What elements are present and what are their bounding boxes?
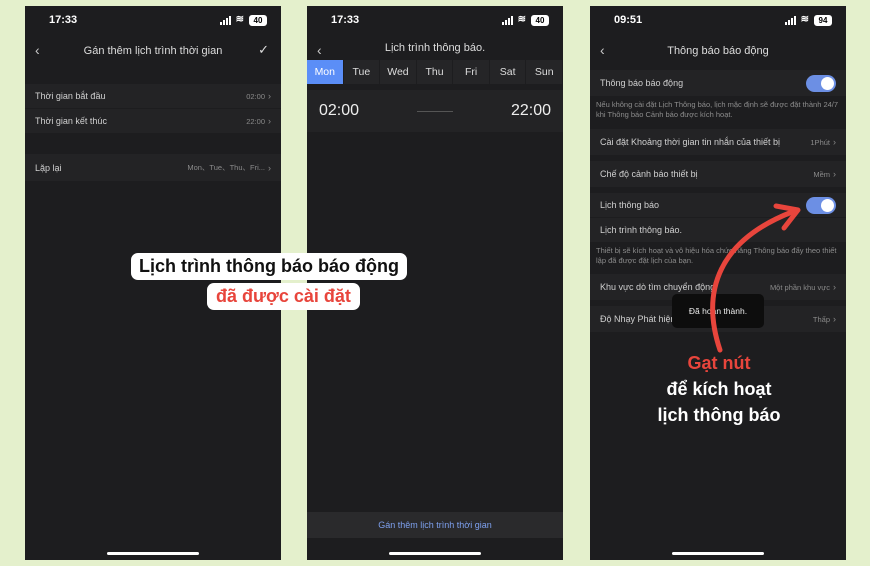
status-bar: 09:51 ≋ 94 bbox=[590, 6, 846, 34]
wifi-icon: ≋ bbox=[517, 14, 526, 25]
repeat-row[interactable]: Lặp lại Mon、Tue、Thu、Fri... › bbox=[25, 154, 281, 181]
day-tab-sun[interactable]: Sun bbox=[526, 60, 563, 84]
day-tab-thu[interactable]: Thu bbox=[416, 60, 454, 84]
message-interval-label: Cài đặt Khoảng thời gian tin nhắn của th… bbox=[600, 137, 781, 147]
day-tab-fri[interactable]: Fri bbox=[453, 60, 490, 84]
chevron-right-icon: › bbox=[833, 137, 836, 147]
notification-schedule-label: Lịch thông báo bbox=[600, 200, 660, 210]
sensitivity-value: Thấp bbox=[812, 314, 830, 324]
home-indicator bbox=[107, 552, 199, 555]
chevron-right-icon: › bbox=[268, 162, 271, 173]
caption-toggle-line3: lịch thông báo bbox=[657, 405, 781, 425]
nav-bar: ‹ Lịch trình thông báo. bbox=[307, 36, 563, 60]
schedule-start-time: 02:00 bbox=[319, 102, 360, 119]
status-bar: 17:33 ≋ 40 bbox=[25, 6, 281, 34]
signal-icon bbox=[501, 15, 513, 25]
divider bbox=[417, 110, 453, 112]
day-tab-wed[interactable]: Wed bbox=[380, 60, 417, 84]
battery-icon: 40 bbox=[249, 14, 267, 26]
signal-icon bbox=[784, 15, 796, 25]
end-time-value: 22:00 bbox=[246, 116, 265, 126]
page-title: Lịch trình thông báo. bbox=[384, 42, 486, 54]
page-title: Thông báo báo động bbox=[667, 45, 769, 57]
chevron-right-icon: › bbox=[268, 116, 271, 126]
caption-schedule-set: Lịch trình thông báo báo động bbox=[131, 253, 407, 280]
message-interval-value: 1Phút bbox=[810, 137, 830, 147]
alert-mode-value: Mềm bbox=[813, 169, 830, 179]
nav-bar: ‹ Gán thêm lịch trình thời gian ✓ bbox=[25, 36, 281, 66]
alarm-note: Nếu không cài đặt Lịch Thông báo, lịch m… bbox=[596, 100, 839, 119]
nav-bar: ‹ Thông báo báo động bbox=[590, 36, 846, 66]
clock: 09:51 bbox=[614, 14, 643, 26]
wifi-icon: ≋ bbox=[235, 14, 244, 25]
alert-mode-row[interactable]: Chế độ cảnh báo thiết bị Mềm › bbox=[590, 161, 846, 187]
alarm-notification-row: Thông báo báo động bbox=[590, 70, 846, 96]
end-time-label: Thời gian kết thúc bbox=[35, 116, 107, 126]
repeat-value: Mon、Tue、Thu、Fri... bbox=[187, 163, 265, 172]
day-tab-tue[interactable]: Tue bbox=[343, 60, 381, 84]
back-icon[interactable]: ‹ bbox=[600, 42, 605, 58]
battery-icon: 94 bbox=[814, 14, 832, 26]
back-icon[interactable]: ‹ bbox=[35, 42, 40, 58]
page-title: Gán thêm lịch trình thời gian bbox=[83, 45, 223, 57]
home-indicator bbox=[672, 552, 764, 555]
chevron-right-icon: › bbox=[268, 91, 271, 101]
home-indicator bbox=[389, 552, 481, 555]
battery-icon: 40 bbox=[531, 14, 549, 26]
chevron-right-icon: › bbox=[833, 314, 836, 324]
repeat-label: Lặp lại bbox=[35, 162, 62, 173]
start-time-label: Thời gian bắt đầu bbox=[35, 91, 106, 101]
clock: 17:33 bbox=[49, 14, 78, 26]
day-selector: Mon Tue Wed Thu Fri Sat Sun bbox=[307, 60, 563, 84]
add-schedule-button[interactable]: Gán thêm lịch trình thời gian bbox=[307, 512, 563, 538]
alarm-notification-label: Thông báo báo động bbox=[600, 78, 684, 88]
back-icon[interactable]: ‹ bbox=[317, 42, 322, 58]
wifi-icon: ≋ bbox=[800, 14, 809, 25]
message-interval-row[interactable]: Cài đặt Khoảng thời gian tin nhắn của th… bbox=[590, 129, 846, 155]
chevron-right-icon: › bbox=[833, 282, 836, 292]
alert-mode-label: Chế độ cảnh báo thiết bị bbox=[600, 169, 698, 179]
notification-schedule-toggle[interactable] bbox=[806, 196, 836, 214]
end-time-row[interactable]: Thời gian kết thúc 22:00 › bbox=[25, 109, 281, 133]
clock: 17:33 bbox=[331, 14, 360, 26]
day-tab-mon[interactable]: Mon bbox=[307, 60, 344, 84]
start-time-row[interactable]: Thời gian bắt đầu 02:00 › bbox=[25, 84, 281, 108]
schedule-link-label: Lịch trình thông báo. bbox=[600, 225, 683, 235]
start-time-value: 02:00 bbox=[246, 91, 265, 101]
caption-toggle-line2: để kích hoạt bbox=[666, 379, 772, 399]
alarm-notification-toggle[interactable] bbox=[806, 74, 836, 92]
red-arrow-icon bbox=[710, 203, 801, 353]
schedule-entry[interactable]: 02:00 22:00 bbox=[307, 90, 563, 132]
caption-toggle-title: Gạt nút bbox=[687, 353, 751, 373]
checkmark-icon[interactable]: ✓ bbox=[258, 42, 269, 58]
schedule-end-time: 22:00 bbox=[510, 102, 551, 119]
chevron-right-icon: › bbox=[833, 169, 836, 179]
day-tab-sat[interactable]: Sat bbox=[489, 60, 527, 84]
signal-icon bbox=[219, 15, 231, 25]
caption-schedule-set-highlight: đã được cài đặt bbox=[207, 283, 360, 310]
status-bar: 17:33 ≋ 40 bbox=[307, 6, 563, 34]
